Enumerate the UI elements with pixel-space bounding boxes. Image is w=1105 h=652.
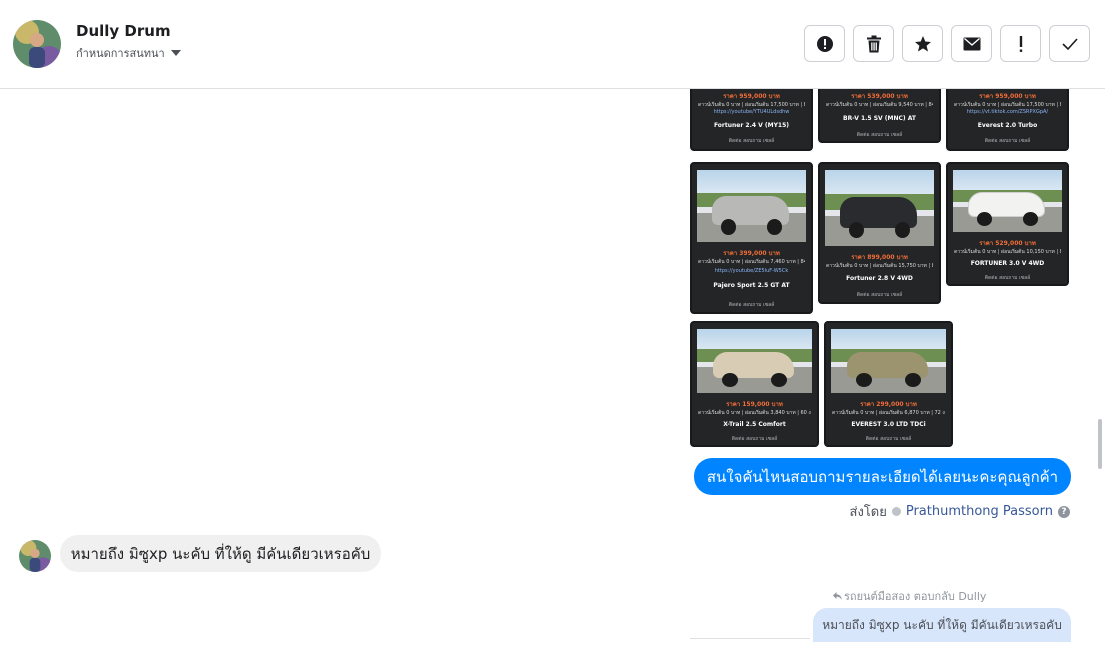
listing-price: ราคา 529,000 บาท	[979, 240, 1036, 247]
listing-photo	[697, 329, 812, 393]
exclamation-icon	[1019, 35, 1022, 52]
conversation-label-text: กำหนดการสนทนา	[76, 47, 165, 60]
listing-card[interactable]: ราคา 959,000 บาท ดาวน์เริ่มต้น 0 บาท | ผ…	[946, 89, 1069, 151]
listing-footer: ติดต่อ สอบถาม เซลล์	[984, 275, 1031, 281]
thread-scrollbar[interactable]	[1098, 419, 1102, 469]
listing-photo	[825, 170, 934, 246]
conversation-label-dropdown[interactable]: กำหนดการสนทนา	[76, 44, 181, 62]
contact-avatar-small[interactable]	[19, 540, 51, 572]
listing-footer: ติดต่อ สอบถาม เซลล์	[728, 138, 775, 144]
trash-icon	[866, 35, 881, 52]
listing-footer: ติดต่อ สอบถาม เซลล์	[865, 436, 912, 442]
follow-up-button[interactable]	[1000, 25, 1041, 62]
listing-model: BR-V 1.5 SV (MNC) AT	[843, 115, 916, 122]
listing-detail: ดาวน์เริ่มต้น 0 บาท | ผ่อนเริ่มต้น 15,75…	[826, 263, 933, 269]
listing-card[interactable]: ราคา 959,000 บาท ดาวน์เริ่มต้น 0 บาท | ผ…	[690, 89, 813, 151]
listing-footer: ติดต่อ สอบถาม เซลล์	[731, 436, 778, 442]
listing-link[interactable]: https://vt.tiktok.com/ZSRPXGpA/	[954, 109, 1061, 115]
listing-model: Fortuner 2.8 V 4WD	[846, 275, 913, 282]
listing-detail: ดาวน์เริ่มต้น 0 บาท | ผ่อนเริ่มต้น 9,540…	[826, 102, 933, 108]
sent-by-label: ส่งโดย	[849, 505, 887, 520]
listing-detail: ดาวน์เริ่มต้น 0 บาท | ผ่อนเริ่มต้น 10,15…	[954, 249, 1061, 255]
message-thread[interactable]: ราคา 959,000 บาท ดาวน์เริ่มต้น 0 บาท | ผ…	[0, 89, 1105, 652]
conversation-toolbar	[804, 25, 1090, 62]
listing-price: ราคา 399,000 บาท	[723, 250, 780, 257]
listing-model: Everest 2.0 Turbo	[977, 122, 1038, 129]
reply-label: รถยนต์มือสอง ตอบกลับ Dully	[833, 587, 986, 605]
listing-photo	[831, 329, 946, 393]
listing-detail: ดาวน์เริ่มต้น 0 บาท | ผ่อนเริ่มต้น 17,50…	[954, 102, 1061, 108]
divider	[690, 638, 810, 639]
listing-detail: ดาวน์เริ่มต้น 0 บาท | ผ่อนเริ่มต้น 3,840…	[698, 410, 811, 416]
listing-card[interactable]: ราคา 539,000 บาท ดาวน์เริ่มต้น 0 บาท | ผ…	[818, 89, 941, 143]
listing-card[interactable]: ราคา 529,000 บาท ดาวน์เริ่มต้น 0 บาท | ผ…	[946, 162, 1069, 286]
listing-model: X-Trail 2.5 Comfort	[723, 421, 786, 428]
listing-link[interactable]: https://youtube/ZE5luF-W5Ck	[698, 268, 805, 274]
listing-model: FORTUNER 3.0 V 4WD	[970, 260, 1045, 267]
listing-model: EVEREST 3.0 LTD TDCi	[851, 421, 926, 428]
quoted-reply-bubble[interactable]: หมายถึง มิซูxp นะคับ ที่ให้ดู มีคันเดียว…	[813, 608, 1071, 642]
outgoing-message-bubble[interactable]: สนใจคันไหนสอบถามรายละเอียดได้เลยนะคะคุณล…	[694, 458, 1071, 495]
listing-card[interactable]: ราคา 299,000 บาท ดาวน์เริ่มต้น 0 บาท | ผ…	[824, 321, 953, 447]
delete-button[interactable]	[853, 25, 894, 62]
listing-link[interactable]: https://youtube/YTU4ULdsdhw	[698, 109, 805, 115]
listing-price: ราคา 159,000 บาท	[726, 401, 783, 408]
checkmark-icon	[1061, 37, 1078, 50]
listing-price: ราคา 899,000 บาท	[851, 254, 908, 261]
listing-price: ราคา 959,000 บาท	[723, 93, 780, 100]
mark-unread-button[interactable]	[951, 25, 992, 62]
sender-name-link[interactable]: Prathumthong Passorn	[906, 504, 1053, 519]
incoming-message-bubble[interactable]: หมายถึง มิซูxp นะคับ ที่ให้ดู มีคันเดียว…	[60, 535, 381, 572]
listing-detail: ดาวน์เริ่มต้น 0 บาท | ผ่อนเริ่มต้น 6,870…	[832, 410, 945, 416]
listing-detail: ดาวน์เริ่มต้น 0 บาท | ผ่อนเริ่มต้น 7,460…	[698, 259, 805, 265]
listing-detail: ดาวน์เริ่มต้น 0 บาท | ผ่อนเริ่มต้น 17,50…	[698, 102, 805, 108]
listing-price: ราคา 299,000 บาท	[860, 401, 917, 408]
sent-by-info: ส่งโดย Prathumthong Passorn ?	[850, 501, 1070, 522]
listing-footer: ติดต่อ สอบถาม เซลล์	[728, 302, 775, 308]
listing-price: ราคา 539,000 บาท	[851, 93, 908, 100]
listing-photo	[953, 170, 1062, 232]
conversation-header: Dully Drum กำหนดการสนทนา	[0, 0, 1105, 89]
listing-card[interactable]: ราคา 399,000 บาท ดาวน์เริ่มต้น 0 บาท | ผ…	[690, 162, 813, 314]
star-button[interactable]	[902, 25, 943, 62]
mark-done-button[interactable]	[1049, 25, 1090, 62]
listing-footer: ติดต่อ สอบถาม เซลล์	[856, 292, 903, 298]
listing-footer: ติดต่อ สอบถาม เซลล์	[856, 132, 903, 138]
alert-circle-icon	[816, 35, 833, 52]
listing-footer: ติดต่อ สอบถาม เซลล์	[984, 138, 1031, 144]
listing-card[interactable]: ราคา 899,000 บาท ดาวน์เริ่มต้น 0 บาท | ผ…	[818, 162, 941, 304]
contact-name[interactable]: Dully Drum	[76, 22, 171, 40]
contact-avatar[interactable]	[13, 20, 61, 68]
chevron-down-icon	[170, 50, 181, 56]
help-icon[interactable]: ?	[1058, 505, 1070, 518]
listing-card[interactable]: ราคา 159,000 บาท ดาวน์เริ่มต้น 0 บาท | ผ…	[690, 321, 819, 447]
reply-arrow-icon	[833, 592, 842, 600]
listing-photo	[697, 170, 806, 242]
listing-model: Fortuner 2.4 V (MY15)	[713, 122, 790, 129]
listing-model: Pajero Sport 2.5 GT AT	[713, 282, 790, 289]
envelope-icon	[963, 37, 980, 50]
verified-dot-icon	[891, 507, 901, 516]
conversation-window: Dully Drum กำหนดการสนทนา ราคา 959,000 บา…	[0, 0, 1105, 652]
listing-price: ราคา 959,000 บาท	[979, 93, 1036, 100]
reply-label-text: รถยนต์มือสอง ตอบกลับ Dully	[844, 590, 987, 603]
star-icon	[914, 35, 931, 51]
mark-spam-button[interactable]	[804, 25, 845, 62]
